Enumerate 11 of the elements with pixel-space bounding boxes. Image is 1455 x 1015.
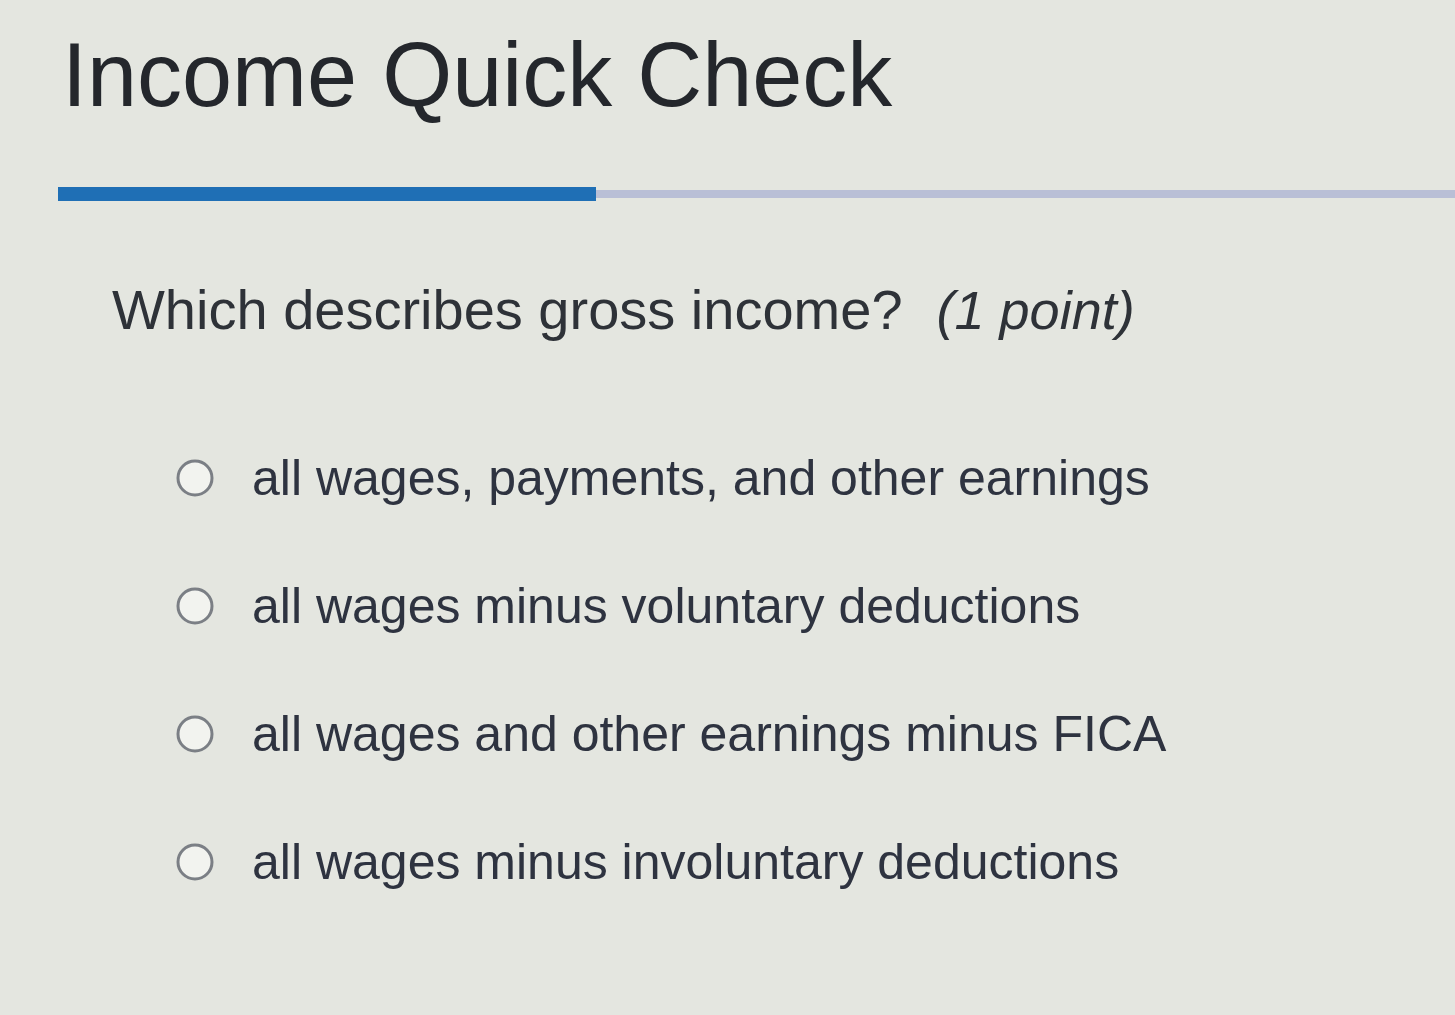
question-text: Which describes gross income? bbox=[112, 277, 903, 342]
radio-button[interactable] bbox=[176, 459, 214, 497]
radio-button[interactable] bbox=[176, 715, 214, 753]
option-label[interactable]: all wages and other earnings minus FICA bbox=[252, 704, 1167, 764]
points-label: (1 point) bbox=[936, 279, 1135, 341]
radio-button[interactable] bbox=[176, 843, 214, 881]
quiz-title: Income Quick Check bbox=[62, 26, 893, 125]
option-label[interactable]: all wages minus involuntary deductions bbox=[252, 832, 1120, 892]
radio-button[interactable] bbox=[176, 587, 214, 625]
option-label[interactable]: all wages, payments, and other earnings bbox=[252, 448, 1150, 508]
option-label[interactable]: all wages minus voluntary deductions bbox=[252, 576, 1081, 636]
